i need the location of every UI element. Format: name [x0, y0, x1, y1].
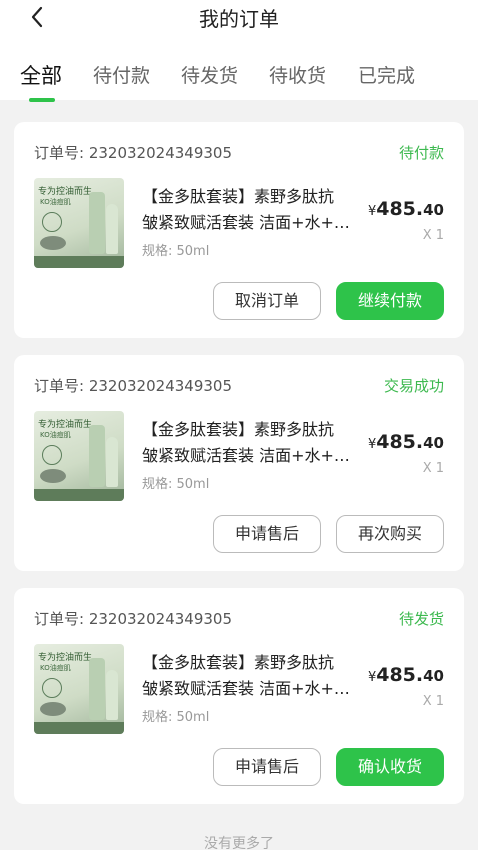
order-status: 待发货 — [398, 610, 444, 628]
product-image[interactable]: 专为控油而生 KO油痘肌 — [34, 644, 124, 734]
product-spec: 规格: 50ml — [142, 244, 210, 259]
product-spec: 规格: 50ml — [142, 477, 210, 492]
tab-completed[interactable]: 已完成 — [358, 62, 415, 90]
order-status: 待付款 — [398, 144, 444, 162]
order-status: 交易成功 — [383, 377, 444, 395]
product-quantity: X 1 — [422, 694, 444, 709]
product-quantity: X 1 — [422, 461, 444, 476]
buy-again-button[interactable]: 再次购买 — [336, 515, 444, 553]
confirm-receipt-button[interactable]: 确认收货 — [336, 748, 444, 786]
tab-pending-receipt[interactable]: 待收货 — [269, 62, 326, 90]
product-price: ¥485.40 — [367, 431, 444, 453]
product-spec: 规格: 50ml — [142, 710, 210, 725]
active-tab-indicator — [29, 98, 55, 102]
no-more-text: 没有更多了 — [204, 836, 274, 850]
product-quantity: X 1 — [422, 228, 444, 243]
order-number: 订单号: 232032024349305 — [34, 610, 232, 628]
tab-pending-shipment[interactable]: 待发货 — [181, 62, 238, 90]
product-name[interactable]: 【金多肽套装】素野多肽抗 皱紧致赋活套装 洁面+水+… — [142, 184, 362, 236]
order-number: 订单号: 232032024349305 — [34, 377, 232, 395]
product-image[interactable]: 专为控油而生 KO油痘肌 — [34, 411, 124, 501]
page-title: 我的订单 — [199, 7, 279, 31]
header: 我的订单 全部 待付款 待发货 待收货 已完成 — [0, 0, 478, 102]
product-name[interactable]: 【金多肽套装】素野多肽抗 皱紧致赋活套装 洁面+水+… — [142, 650, 362, 702]
product-image[interactable]: 专为控油而生 KO油痘肌 — [34, 178, 124, 268]
after-sales-button[interactable]: 申请售后 — [213, 515, 321, 553]
product-name[interactable]: 【金多肽套装】素野多肽抗 皱紧致赋活套装 洁面+水+… — [142, 417, 362, 469]
after-sales-button[interactable]: 申请售后 — [213, 748, 321, 786]
order-card[interactable]: 订单号: 232032024349305 待发货 专为控油而生 KO油痘肌 【金… — [14, 588, 464, 804]
order-tabs: 全部 待付款 待发货 待收货 已完成 — [0, 56, 478, 102]
product-price: ¥485.40 — [367, 198, 444, 220]
continue-payment-button[interactable]: 继续付款 — [336, 282, 444, 320]
tab-all[interactable]: 全部 — [20, 62, 62, 90]
cancel-order-button[interactable]: 取消订单 — [213, 282, 321, 320]
product-price: ¥485.40 — [367, 664, 444, 686]
order-number: 订单号: 232032024349305 — [34, 144, 232, 162]
order-card[interactable]: 订单号: 232032024349305 交易成功 专为控油而生 KO油痘肌 【… — [14, 355, 464, 571]
order-card[interactable]: 订单号: 232032024349305 待付款 专为控油而生 KO油痘肌 【金… — [14, 122, 464, 338]
tab-pending-payment[interactable]: 待付款 — [93, 62, 150, 90]
